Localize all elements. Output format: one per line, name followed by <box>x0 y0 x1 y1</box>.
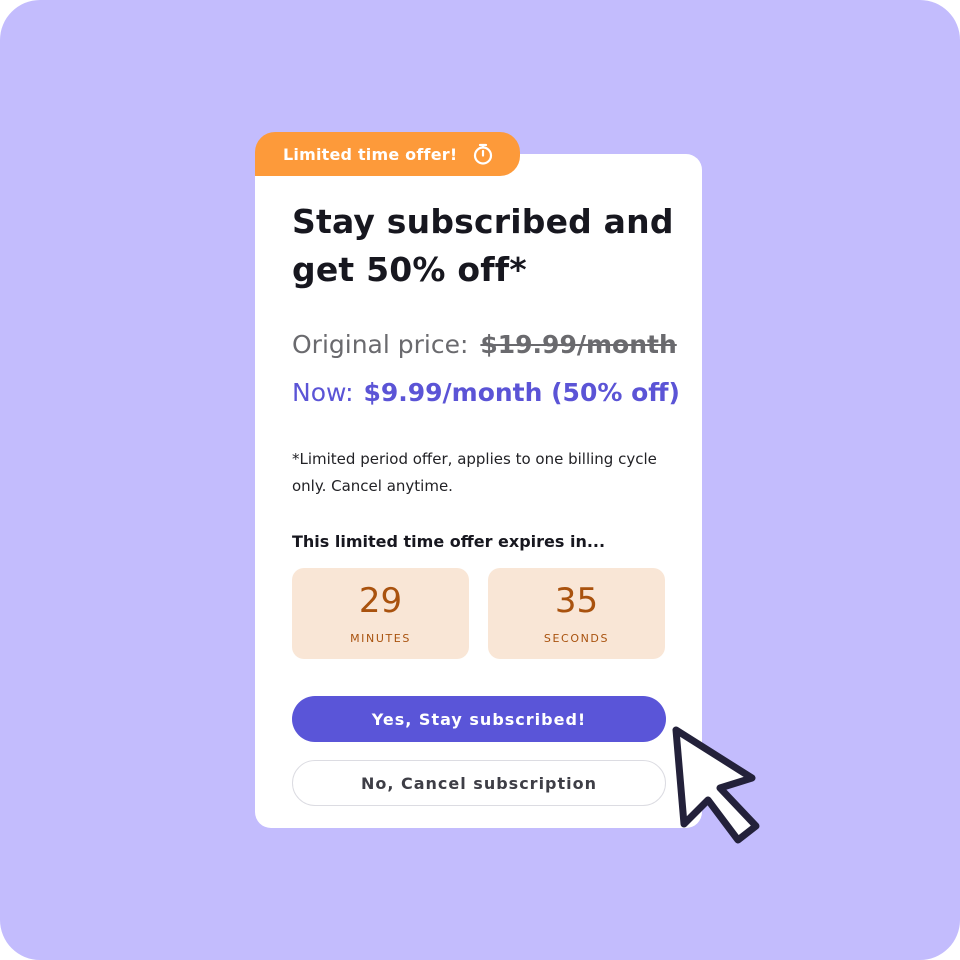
countdown-minutes-value: 29 <box>358 581 403 621</box>
cancel-subscription-button[interactable]: No, Cancel subscription <box>292 760 666 806</box>
countdown-label: This limited time offer expires in... <box>292 532 606 551</box>
countdown-seconds-box: 35 SECONDS <box>488 568 665 659</box>
offer-disclaimer: *Limited period offer, applies to one bi… <box>292 450 657 495</box>
limited-offer-badge-label: Limited time offer! <box>283 144 458 164</box>
discounted-price-row: Now: $9.99/month (50% off) <box>292 378 680 407</box>
stopwatch-icon <box>471 142 495 166</box>
offer-headline: Stay subscribed and get 50% off* <box>292 202 674 289</box>
mouse-pointer-icon <box>668 722 768 846</box>
countdown-seconds-unit: SECONDS <box>543 632 610 645</box>
limited-offer-badge: Limited time offer! <box>255 132 520 176</box>
original-price-row: Original price: $19.99/month <box>292 330 677 359</box>
retention-offer-card: Stay subscribed and get 50% off* Origina… <box>255 154 702 828</box>
countdown-minutes-unit: MINUTES <box>350 632 411 645</box>
original-price-label: Original price: <box>292 330 469 359</box>
page-background: Limited time offer! Stay subscribed and … <box>0 0 960 960</box>
stay-subscribed-button[interactable]: Yes, Stay subscribed! <box>292 696 666 742</box>
discounted-price-value: $9.99/month (50% off) <box>363 378 680 407</box>
countdown-minutes-box: 29 MINUTES <box>292 568 469 659</box>
original-price-value: $19.99/month <box>480 330 677 359</box>
countdown-seconds-value: 35 <box>554 581 599 621</box>
discounted-price-label: Now: <box>292 378 354 407</box>
